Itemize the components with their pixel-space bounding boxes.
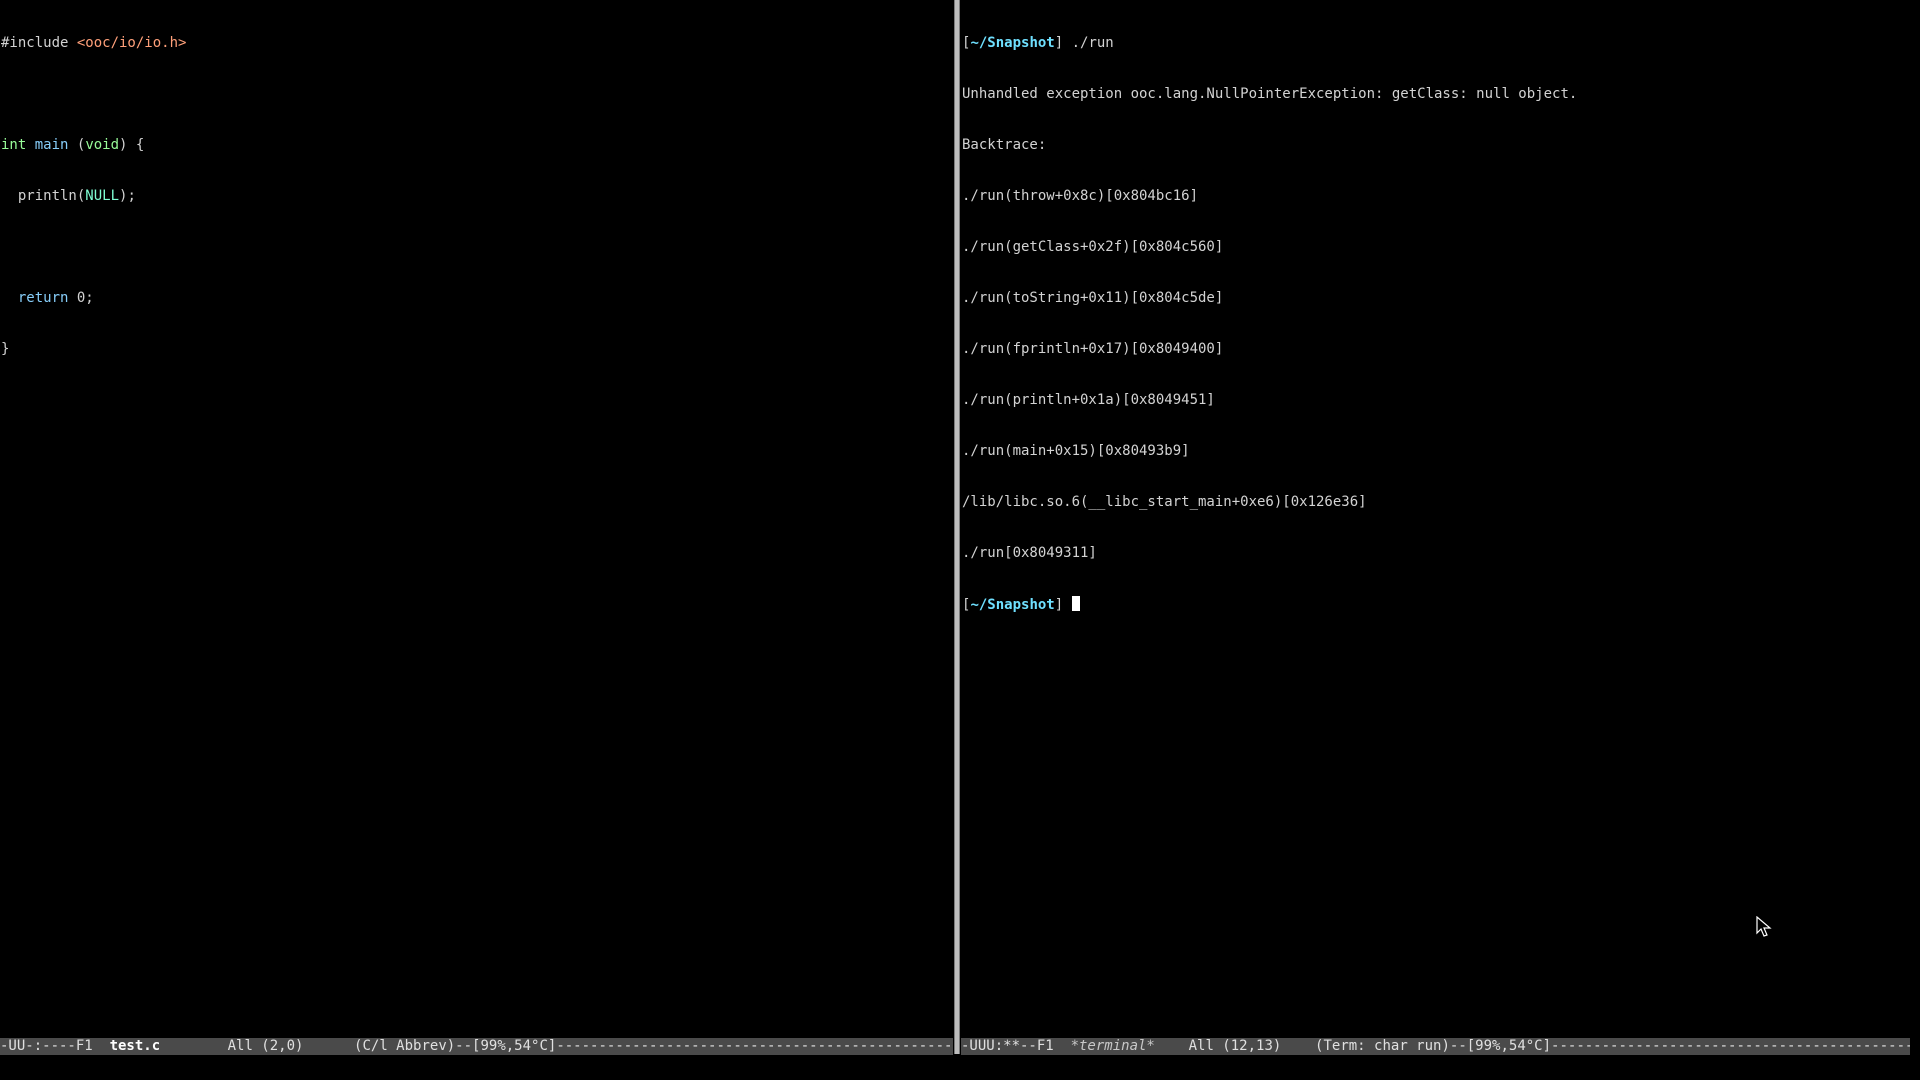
code-line-1: #include <ooc/io/io.h> bbox=[1, 35, 953, 52]
terminal-output-line: ./run(toString+0x11)[0x804c5de] bbox=[962, 290, 1224, 306]
statement-end: ); bbox=[119, 188, 136, 204]
return-value: 0; bbox=[68, 290, 94, 306]
null-constant: NULL bbox=[85, 188, 120, 204]
return-type: int bbox=[1, 137, 27, 153]
return-keyword: return bbox=[17, 290, 69, 306]
include-header: <ooc/io/io.h> bbox=[76, 35, 187, 51]
modeline-buffer-name[interactable]: test.c bbox=[110, 1038, 161, 1054]
brace-open: ) { bbox=[119, 137, 145, 153]
modeline-mode[interactable]: (Term: char run)--[99%,54°C]------------… bbox=[1315, 1038, 1910, 1054]
mouse-pointer-icon bbox=[1756, 916, 1772, 937]
terminal-modeline[interactable]: -UUU:**--F1 *terminal* All (12,13) (Term… bbox=[961, 1038, 1910, 1055]
modeline-buffer-name[interactable]: *terminal* bbox=[1071, 1038, 1155, 1054]
echo-area[interactable] bbox=[0, 1056, 1920, 1080]
function-name: main bbox=[34, 137, 69, 153]
terminal-prompt-line: [~/Snapshot] ./run bbox=[962, 35, 1910, 52]
code-view[interactable]: #include <ooc/io/io.h> int main (void) {… bbox=[0, 0, 953, 392]
editor-modeline[interactable]: -UU-:----F1 test.c All (2,0) (C/l Abbrev… bbox=[0, 1038, 953, 1055]
terminal-output-line: ./run(main+0x15)[0x80493b9] bbox=[962, 443, 1190, 459]
paren-open: ( bbox=[68, 137, 86, 153]
terminal-output-line: ./run(getClass+0x2f)[0x804c560] bbox=[962, 239, 1224, 255]
modeline-mode[interactable]: (C/l Abbrev)--[99%,54°C]----------------… bbox=[354, 1038, 953, 1054]
param-type: void bbox=[85, 137, 120, 153]
modeline-gap bbox=[1155, 1038, 1189, 1054]
brace-close: } bbox=[1, 341, 10, 357]
text-cursor bbox=[1071, 596, 1080, 611]
code-line-6: return 0; bbox=[1, 290, 953, 307]
modeline-gap bbox=[303, 1038, 354, 1054]
terminal-output-line: Backtrace: bbox=[962, 137, 1047, 153]
preprocessor-directive: #include bbox=[1, 35, 77, 51]
modeline-position: All (12,13) bbox=[1188, 1038, 1282, 1054]
terminal-output-line: ./run(println+0x1a)[0x8049451] bbox=[962, 392, 1215, 408]
terminal-view[interactable]: [~/Snapshot] ./run Unhandled exception o… bbox=[961, 0, 1910, 647]
prompt-bracket-close: ] bbox=[1054, 597, 1072, 613]
terminal-output-line: ./run(fprintln+0x17)[0x8049400] bbox=[962, 341, 1224, 357]
terminal-command: ./run bbox=[1071, 35, 1114, 51]
prompt-path: ~/Snapshot bbox=[970, 597, 1055, 613]
modeline-status: -UU-:----F1 bbox=[0, 1038, 110, 1054]
modeline-status: -UUU:**--F1 bbox=[961, 1038, 1071, 1054]
prompt-path: ~/Snapshot bbox=[970, 35, 1055, 51]
window-divider[interactable] bbox=[954, 0, 960, 1054]
terminal-output-line: ./run(throw+0x8c)[0x804bc16] bbox=[962, 188, 1199, 204]
editor-pane[interactable]: #include <ooc/io/io.h> int main (void) {… bbox=[0, 0, 953, 1038]
code-line-7: } bbox=[1, 341, 953, 358]
terminal-output-line: Unhandled exception ooc.lang.NullPointer… bbox=[962, 86, 1578, 102]
modeline-gap bbox=[160, 1038, 227, 1054]
terminal-output-line: ./run[0x8049311] bbox=[962, 545, 1097, 561]
terminal-input-line[interactable]: [~/Snapshot] bbox=[962, 596, 1910, 613]
modeline-position: All (2,0) bbox=[227, 1038, 304, 1054]
terminal-output-line: /lib/libc.so.6(__libc_start_main+0xe6)[0… bbox=[962, 494, 1367, 510]
code-line-3: int main (void) { bbox=[1, 137, 953, 154]
function-call: println( bbox=[17, 188, 86, 204]
terminal-pane[interactable]: [~/Snapshot] ./run Unhandled exception o… bbox=[961, 0, 1910, 1038]
modeline-gap bbox=[1281, 1038, 1315, 1054]
prompt-bracket-close: ] bbox=[1054, 35, 1072, 51]
code-line-4: println(NULL); bbox=[1, 188, 953, 205]
